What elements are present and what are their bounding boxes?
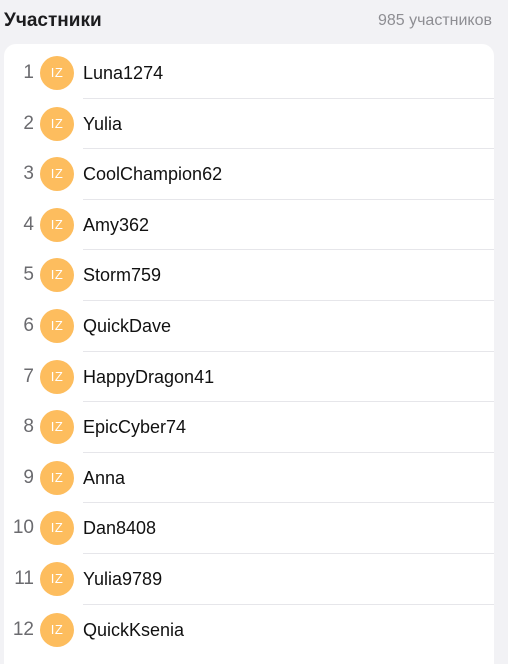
avatar: IZ <box>40 561 74 596</box>
avatar: IZ <box>40 258 74 293</box>
rank-number: 1 <box>23 62 34 83</box>
avatar: IZ <box>40 460 74 495</box>
avatar: IZ <box>40 157 74 192</box>
rank-number: 8 <box>23 416 34 438</box>
avatar: IZ <box>40 612 74 647</box>
username: QuickDave <box>83 315 172 336</box>
username: Amy362 <box>83 214 150 235</box>
list-item[interactable]: 5 IZ Storm759 <box>4 246 494 301</box>
rank-number: 11 <box>14 567 34 589</box>
avatar: IZ <box>40 56 74 90</box>
avatar: IZ <box>40 106 74 141</box>
username: Dan8408 <box>83 518 157 539</box>
participants-count: 985 участников <box>377 12 492 29</box>
username: Yulia <box>83 113 123 134</box>
username: EpicCyber74 <box>83 417 187 438</box>
list-item[interactable]: 12 IZ QuickKsenia <box>4 601 494 652</box>
username: Luna1274 <box>83 63 164 83</box>
rank-number: 9 <box>23 466 34 488</box>
list-item[interactable]: 3 IZ CoolChampion62 <box>4 145 494 200</box>
rank-number: 6 <box>23 314 34 336</box>
list-item[interactable]: 10 IZ Dan8408 <box>4 499 494 554</box>
list-item[interactable]: 4 IZ Amy362 <box>4 196 494 251</box>
avatar: IZ <box>40 511 74 546</box>
username: Storm759 <box>83 265 162 286</box>
username: Anna <box>83 467 126 488</box>
rank-number: 2 <box>23 112 34 134</box>
avatar: IZ <box>40 308 74 343</box>
list-item[interactable]: 7 IZ HappyDragon41 <box>4 348 494 403</box>
username: HappyDragon41 <box>83 366 215 387</box>
list-item[interactable]: 8 IZ EpicCyber74 <box>4 398 494 453</box>
username: Yulia9789 <box>83 568 163 589</box>
avatar: IZ <box>40 207 74 242</box>
rank-number: 7 <box>23 365 34 387</box>
participants-header: Участники 985 участников <box>0 0 508 44</box>
list-item[interactable]: 6 IZ QuickDave <box>4 297 494 352</box>
list-item[interactable]: 9 IZ Anna <box>4 449 494 504</box>
list-item[interactable]: 11 IZ Yulia9789 <box>4 550 494 605</box>
username: CoolChampion62 <box>83 164 223 185</box>
rank-number: 10 <box>12 517 34 539</box>
list-item[interactable]: 1 IZ Luna1274 <box>4 44 494 99</box>
rank-number: 12 <box>12 618 34 640</box>
participants-list: 1 IZ Luna1274 2 IZ Yulia 3 IZ CoolChampi… <box>4 44 494 664</box>
avatar: IZ <box>40 410 74 445</box>
avatar: IZ <box>40 359 74 394</box>
list-item[interactable]: 2 IZ Yulia <box>4 95 494 150</box>
rank-number: 4 <box>23 213 34 235</box>
rank-number: 5 <box>23 264 34 286</box>
rank-number: 3 <box>23 163 34 185</box>
page-title: Участники <box>4 10 102 31</box>
